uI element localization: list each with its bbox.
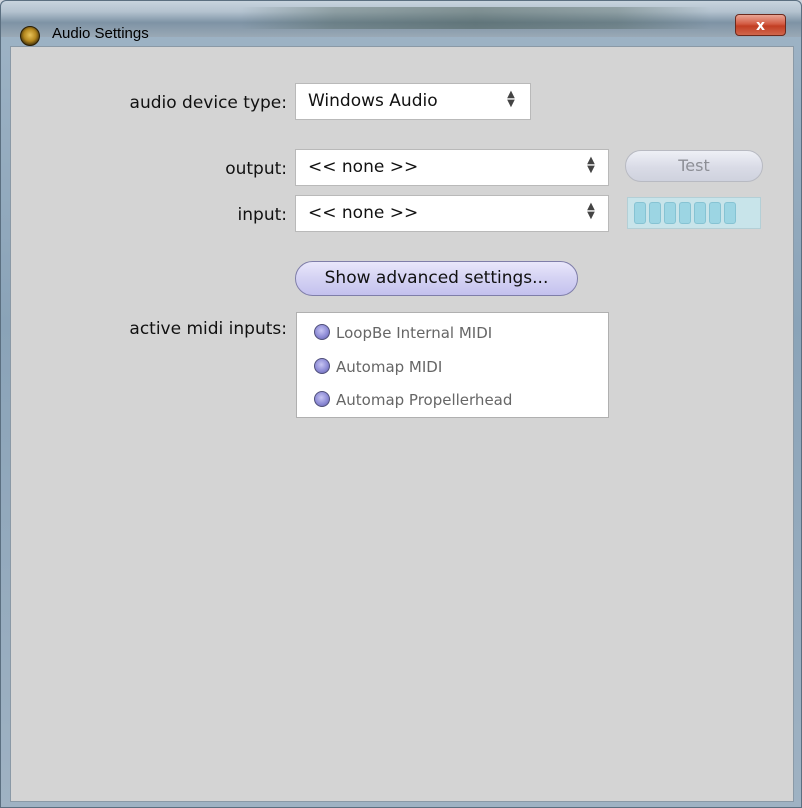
input-level-meter bbox=[627, 197, 761, 229]
close-button[interactable]: x bbox=[735, 14, 786, 36]
device-type-value: Windows Audio bbox=[308, 91, 438, 111]
level-segment bbox=[634, 202, 646, 224]
device-type-label: audio device type: bbox=[129, 93, 287, 113]
midi-input-item[interactable]: Automap MIDI bbox=[314, 358, 442, 376]
title-bar-background bbox=[241, 7, 711, 29]
radio-icon[interactable] bbox=[314, 391, 330, 407]
input-value: << none >> bbox=[308, 203, 419, 223]
midi-input-item[interactable]: LoopBe Internal MIDI bbox=[314, 324, 492, 342]
level-segment bbox=[709, 202, 721, 224]
window-title: Audio Settings bbox=[52, 25, 149, 42]
level-segment bbox=[649, 202, 661, 224]
midi-input-label: Automap MIDI bbox=[336, 358, 443, 376]
output-value: << none >> bbox=[308, 157, 419, 177]
midi-inputs-label: active midi inputs: bbox=[129, 319, 287, 339]
close-icon: x bbox=[755, 18, 766, 34]
show-advanced-settings-button[interactable]: Show advanced settings... bbox=[295, 261, 578, 296]
test-button[interactable]: Test bbox=[625, 150, 763, 182]
level-segment bbox=[694, 202, 706, 224]
device-type-select[interactable]: Windows Audio ▲ ▼ bbox=[295, 83, 531, 120]
stepper-icon: ▲ ▼ bbox=[587, 155, 595, 175]
output-select[interactable]: << none >> ▲ ▼ bbox=[295, 149, 609, 186]
midi-input-label: Automap Propellerhead bbox=[336, 391, 513, 409]
stepper-icon: ▲ ▼ bbox=[587, 201, 595, 221]
audio-settings-window: Audio Settings x audio device type: Wind… bbox=[0, 0, 802, 808]
output-label: output: bbox=[225, 159, 287, 179]
midi-input-label: LoopBe Internal MIDI bbox=[336, 324, 493, 342]
level-segment bbox=[664, 202, 676, 224]
midi-inputs-list: LoopBe Internal MIDI Automap MIDI Automa… bbox=[296, 312, 609, 418]
stepper-icon: ▲ ▼ bbox=[507, 89, 515, 109]
radio-icon[interactable] bbox=[314, 324, 330, 340]
input-label: input: bbox=[237, 205, 287, 225]
level-segment bbox=[724, 202, 736, 224]
level-segment bbox=[679, 202, 691, 224]
radio-icon[interactable] bbox=[314, 358, 330, 374]
midi-input-item[interactable]: Automap Propellerhead bbox=[314, 391, 512, 409]
app-icon bbox=[20, 26, 40, 46]
input-select[interactable]: << none >> ▲ ▼ bbox=[295, 195, 609, 232]
